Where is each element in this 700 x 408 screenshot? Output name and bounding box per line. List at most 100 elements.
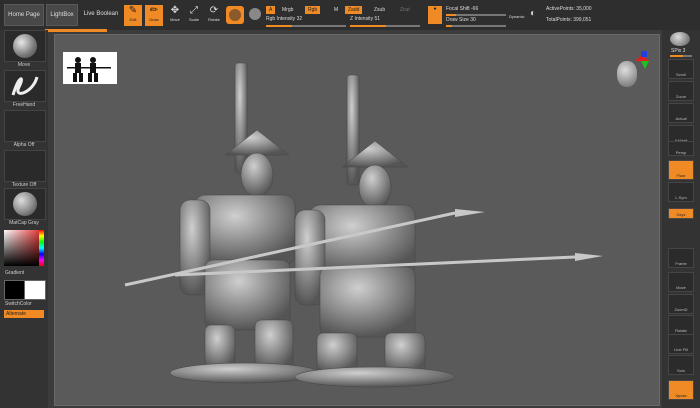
- scale-icon: ⤢: [190, 5, 198, 16]
- left-panel: Move FreeHand Alpha Off Texture Off MatC…: [0, 30, 48, 408]
- solo-button[interactable]: Solo: [668, 355, 694, 375]
- right-shelf: SPix 3 Scroll Zoom Actual AAHalf Persp F…: [662, 30, 700, 408]
- y-axis-icon: [641, 61, 649, 69]
- draw-size-text: Draw Size: [446, 17, 469, 23]
- a-toggle[interactable]: A: [266, 6, 276, 14]
- zsub-toggle[interactable]: Zsub: [374, 7, 385, 13]
- secondary-color-swatch[interactable]: [24, 280, 46, 300]
- move-brush-icon: [13, 34, 37, 58]
- color-picker[interactable]: [4, 230, 44, 266]
- mrgb-toggle[interactable]: Mrgb: [282, 7, 293, 13]
- focal-shift-label[interactable]: Focal Shift -66: [446, 6, 478, 12]
- actual-button[interactable]: Actual: [668, 103, 694, 123]
- z-intensity-slider[interactable]: [350, 25, 420, 27]
- rotate-view-button[interactable]: Rotate: [668, 315, 694, 335]
- draw-size-icon: ●: [433, 6, 437, 12]
- focal-shift-fill: [446, 14, 457, 16]
- draw-size-fill: [446, 25, 452, 27]
- hue-slider[interactable]: [39, 230, 44, 266]
- gxyz-button[interactable]: Gxyz: [668, 208, 694, 219]
- frame-button[interactable]: Frame: [668, 248, 694, 268]
- z-intensity-value: 51: [374, 16, 381, 22]
- navigation-head-gizmo[interactable]: [613, 49, 649, 95]
- draw-size-slider[interactable]: [446, 25, 506, 27]
- spix-fill: [670, 55, 684, 57]
- z-axis-icon: [641, 51, 647, 57]
- move-icon: ✥: [170, 5, 180, 16]
- draw-size-label[interactable]: Draw Size 30: [446, 17, 476, 23]
- edit-icon: ✎: [128, 5, 138, 16]
- material-sphere-button[interactable]: [226, 6, 244, 24]
- active-points: ActivePoints: 35,000: [546, 6, 592, 12]
- z-intensity-text: Z Intensity: [350, 16, 374, 22]
- total-points: TotalPoints: 399,051: [546, 17, 592, 23]
- draw-button[interactable]: ✏ Draw: [145, 5, 163, 26]
- alternate-button[interactable]: Alternate: [4, 310, 44, 318]
- move-view-button[interactable]: Move: [668, 272, 694, 292]
- head-icon: [617, 61, 637, 87]
- local-symmetry-button[interactable]: L.Sym: [668, 182, 694, 202]
- bpr-icon[interactable]: [670, 32, 690, 46]
- focal-shift-slider[interactable]: [446, 14, 506, 16]
- brush-alpha-icon[interactable]: [249, 8, 261, 20]
- draw-size-value: 30: [470, 17, 476, 23]
- brush-button[interactable]: [4, 30, 46, 62]
- texture-button[interactable]: [4, 150, 46, 182]
- rgb-intensity-slider[interactable]: [266, 25, 346, 27]
- zadd-toggle[interactable]: Zadd: [345, 6, 363, 14]
- m-toggle[interactable]: M: [334, 7, 338, 13]
- scale-button[interactable]: ⤢ Scale: [185, 5, 203, 26]
- tab-live-boolean[interactable]: Live Boolean: [82, 4, 120, 24]
- move-label: Move: [170, 17, 180, 22]
- focal-shift-text: Focal Shift: [446, 6, 470, 12]
- alpha-button[interactable]: [4, 110, 46, 142]
- persp-button[interactable]: Persp: [668, 141, 694, 156]
- zoom-button[interactable]: Zoom: [668, 81, 694, 101]
- samurai-model: [124, 62, 603, 388]
- xpose-button[interactable]: Xpose: [668, 380, 694, 400]
- stroke-label: FreeHand: [12, 102, 36, 108]
- line-fill-button[interactable]: Line Fill: [668, 334, 694, 354]
- rgb-toggle[interactable]: Rgb: [305, 6, 321, 14]
- zoom-view-button[interactable]: ZoomD: [668, 294, 694, 314]
- z-intensity-fill: [350, 25, 386, 27]
- scroll-button[interactable]: Scroll: [668, 59, 694, 79]
- dynamic-toggle[interactable]: Dynamic: [509, 14, 525, 19]
- floor-button[interactable]: Floor: [668, 160, 694, 180]
- document-canvas[interactable]: [54, 34, 660, 406]
- top-toolbar: Home Page LightBox Live Boolean ✎ Edit ✏ D…: [0, 0, 700, 30]
- tab-home-page[interactable]: Home Page: [4, 4, 44, 26]
- rgb-intensity-value: 32: [296, 16, 303, 22]
- draw-size-button[interactable]: ●: [428, 6, 442, 24]
- rgb-intensity-label[interactable]: Rgb Intensity 32: [266, 16, 302, 22]
- alpha-label: Alpha Off: [13, 142, 35, 148]
- edit-label: Edit: [129, 17, 137, 22]
- z-intensity-label[interactable]: Z Intensity 51: [350, 16, 380, 22]
- switch-color-button[interactable]: SwitchColor: [5, 301, 53, 307]
- info-icon: ◐: [530, 8, 537, 19]
- draw-icon: ✏: [149, 5, 159, 16]
- edit-button[interactable]: ✎ Edit: [124, 5, 142, 26]
- focal-shift-value: -66: [471, 6, 479, 12]
- rotate-button[interactable]: ⟳ Rotate: [205, 5, 223, 26]
- freehand-stroke-icon: [11, 76, 39, 96]
- material-label: MatCap Gray: [9, 220, 39, 226]
- material-button[interactable]: [4, 188, 46, 220]
- stroke-button[interactable]: [4, 70, 46, 102]
- progress-strip: [45, 29, 107, 32]
- gradient-label: Gradient: [5, 270, 25, 276]
- move-button[interactable]: ✥ Move: [166, 5, 184, 26]
- draw-label: Draw: [149, 17, 159, 22]
- zcut-toggle[interactable]: Zcut: [400, 7, 410, 13]
- scale-label: Scale: [188, 17, 199, 22]
- matcap-sphere-icon: [13, 192, 37, 216]
- primary-color-swatch[interactable]: [4, 280, 26, 300]
- rgb-intensity-text: Rgb Intensity: [266, 16, 296, 22]
- spix-label[interactable]: SPix 3: [671, 48, 685, 54]
- rotate-icon: ⟳: [209, 5, 219, 16]
- spix-slider[interactable]: [670, 55, 692, 57]
- brush-label: Move: [17, 62, 31, 68]
- sphere-icon: [229, 9, 241, 21]
- rgb-intensity-fill: [266, 25, 292, 27]
- tab-lightbox[interactable]: LightBox: [46, 4, 78, 26]
